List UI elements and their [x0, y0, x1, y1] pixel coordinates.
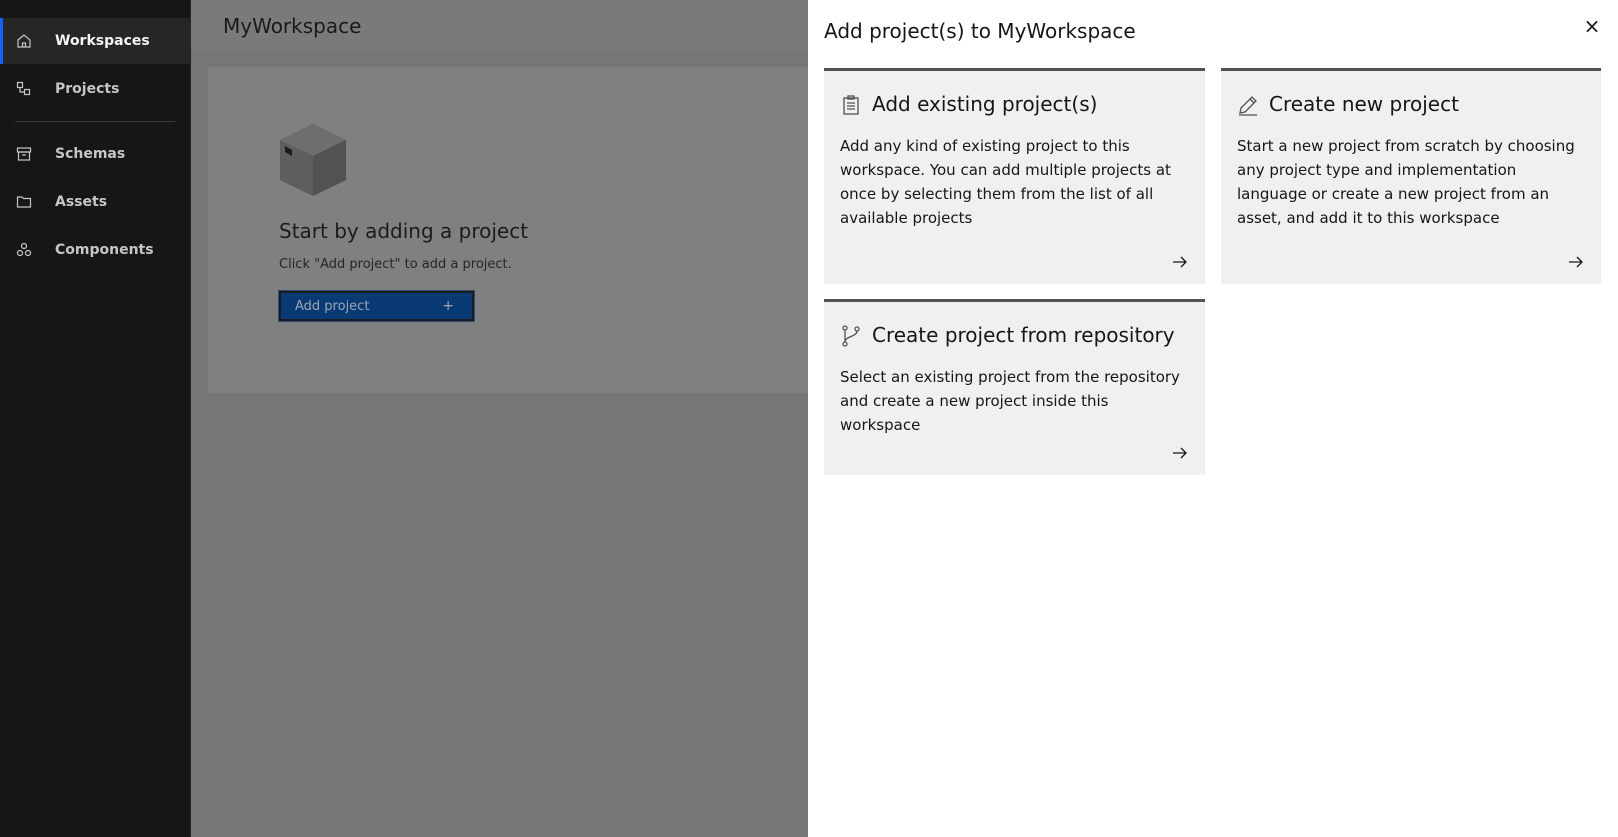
sidebar-item-label: Schemas [55, 146, 126, 162]
sidebar-item-label: Assets [55, 194, 108, 210]
arrow-right-icon [1173, 256, 1187, 268]
components-icon [16, 242, 32, 257]
sidebar-item-schemas[interactable]: Schemas [0, 131, 191, 177]
tile-title: Add existing project(s) [872, 92, 1098, 116]
add-project-panel: Add project(s) to MyWorkspace × Add exis… [808, 0, 1618, 837]
tile-create-new-project[interactable]: Create new project Start a new project f… [1221, 68, 1601, 284]
panel-title: Add project(s) to MyWorkspace [824, 19, 1136, 43]
sidebar-item-workspaces[interactable]: Workspaces [0, 18, 191, 64]
clipboard-icon [843, 95, 859, 115]
app-window: Workspaces Projects Schemas Assets Compo… [0, 0, 1618, 837]
empty-state-subtext: Click "Add project" to add a project. [279, 257, 512, 272]
sidebar-item-label: Projects [55, 81, 120, 97]
page-title: MyWorkspace [223, 14, 362, 38]
plus-icon: + [442, 298, 454, 314]
tile-description: Add any kind of existing project to this… [840, 137, 1171, 227]
tile-create-from-repository[interactable]: Create project from repository Select an… [824, 299, 1205, 475]
box-illustration [280, 124, 346, 196]
branch-icon [842, 325, 860, 347]
close-icon[interactable]: × [1580, 14, 1604, 38]
sidebar-item-assets[interactable]: Assets [0, 179, 191, 225]
empty-state-heading: Start by adding a project [279, 219, 529, 243]
tile-title: Create new project [1269, 92, 1459, 116]
add-project-button[interactable]: Add project + [278, 290, 475, 322]
sidebar-item-label: Components [55, 242, 154, 258]
sidebar-divider [15, 121, 175, 122]
tile-title: Create project from repository [872, 323, 1175, 347]
home-icon [17, 34, 31, 48]
projects-icon [16, 81, 31, 96]
sidebar-item-label: Workspaces [55, 33, 150, 49]
arrow-right-icon [1569, 256, 1583, 268]
pencil-icon [1239, 96, 1257, 116]
add-project-label: Add project [295, 298, 370, 314]
arrow-right-icon [1173, 447, 1187, 459]
sidebar-item-components[interactable]: Components [0, 227, 191, 273]
tile-description: Start a new project from scratch by choo… [1237, 137, 1575, 227]
sidebar: Workspaces Projects Schemas Assets Compo… [0, 0, 191, 837]
tile-add-existing-projects[interactable]: Add existing project(s) Add any kind of … [824, 68, 1205, 284]
schemas-icon [16, 147, 32, 161]
tile-description: Select an existing project from the repo… [840, 368, 1180, 434]
folder-icon [16, 196, 32, 208]
sidebar-item-projects[interactable]: Projects [0, 66, 191, 112]
